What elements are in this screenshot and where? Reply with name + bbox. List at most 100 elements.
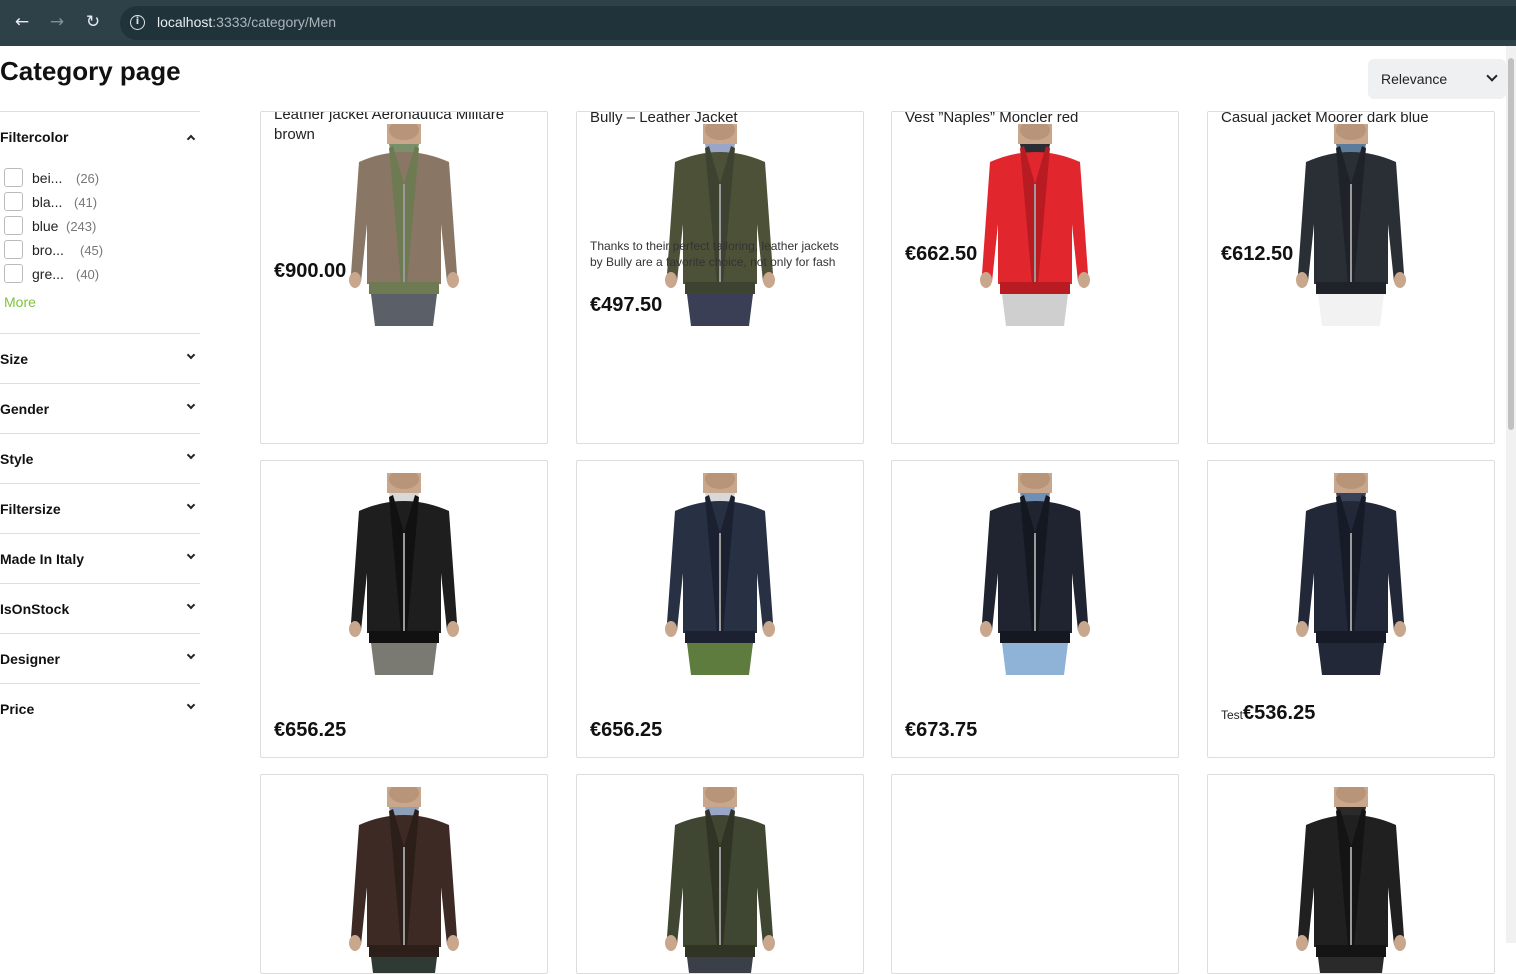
color-option-count: (26) [76, 171, 100, 186]
chevron-down-icon[interactable] [186, 350, 196, 360]
product-name[interactable]: Leather jacket Aeronautica Militare brow… [274, 112, 536, 145]
product-name[interactable]: Casual jacket Moorer dark blue [1221, 112, 1483, 128]
color-filter-option[interactable]: bei... (26) [4, 166, 194, 190]
product-name[interactable]: Bully – Leather Jacket [590, 112, 852, 128]
color-checkbox[interactable] [4, 192, 23, 211]
product-card[interactable] [891, 774, 1179, 974]
filter-group-size[interactable]: Size [0, 333, 200, 383]
color-option-count: (41) [74, 195, 98, 210]
chevron-down-icon[interactable] [186, 700, 196, 710]
sort-select-value: Relevance [1381, 71, 1448, 87]
product-card[interactable]: Casual jacket ”Donatien” Moncler black€6… [260, 460, 548, 758]
product-image [980, 124, 1090, 326]
filter-group-title: Style [0, 451, 34, 467]
product-card[interactable] [260, 774, 548, 974]
browser-toolbar: ← → ↻ i localhost:3333/category/Men [0, 0, 1516, 46]
price-prefix: Test [1221, 708, 1244, 722]
filter-group-filtersize[interactable]: Filtersize [0, 483, 200, 533]
color-filter-option[interactable]: blue (243) [4, 214, 194, 238]
color-checkbox[interactable] [4, 168, 23, 187]
filter-group-title: Designer [0, 651, 60, 667]
color-checkbox[interactable] [4, 264, 23, 283]
product-card[interactable]: Bully – Leather Jacket Thanks to their pe… [576, 111, 864, 444]
color-option-label: gre... [32, 266, 64, 282]
color-filter-option[interactable]: bla... (41) [4, 190, 194, 214]
price-value: €656.25 [590, 719, 663, 741]
product-card[interactable]: Vest ”Naples” Moncler red €662.50 [891, 111, 1179, 444]
chevron-down-icon[interactable] [186, 450, 196, 460]
product-price: €673.75 [905, 719, 977, 742]
filter-group-title: Gender [0, 401, 50, 417]
filter-group-designer[interactable]: Designer [0, 633, 200, 683]
chevron-up-icon[interactable] [186, 134, 196, 144]
color-checkbox[interactable] [4, 240, 23, 259]
filter-group-title: Filtersize [0, 501, 61, 517]
page-scrollbar[interactable] [1506, 46, 1516, 943]
color-option-count: (40) [76, 267, 100, 282]
product-price: €612.50 [1221, 243, 1293, 266]
price-value: €673.75 [905, 719, 978, 741]
color-checkbox[interactable] [4, 216, 23, 235]
reload-icon[interactable]: ↻ [80, 9, 106, 35]
chevron-down-icon[interactable] [186, 400, 196, 410]
filter-group-title[interactable]: Filtercolor [0, 129, 68, 145]
filter-group-price[interactable]: Price [0, 683, 200, 733]
site-info-icon[interactable]: i [130, 15, 145, 30]
product-price: €656.25 [590, 719, 662, 742]
chevron-down-icon[interactable] [186, 550, 196, 560]
price-value: €536.25 [1243, 702, 1316, 724]
filter-sidebar: Filtercolor bei... (26) bla... (41) blue (243… [0, 111, 200, 733]
more-colors-link[interactable]: More [4, 294, 36, 310]
color-option-label: bla... [32, 194, 63, 210]
address-bar[interactable]: i localhost:3333/category/Men [120, 6, 1516, 40]
product-card[interactable]: Casual jacket ”Donatien” Moncler dark bl… [576, 460, 864, 758]
page-title: Category page [0, 56, 181, 86]
color-filter-option[interactable]: bro... (45) [4, 238, 194, 262]
chevron-down-icon[interactable] [186, 600, 196, 610]
filter-group-title: Size [0, 351, 29, 367]
sort-select[interactable]: Relevance [1368, 59, 1506, 99]
filter-group-gender[interactable]: Gender [0, 383, 200, 433]
product-image [980, 473, 1090, 675]
product-image [349, 124, 459, 326]
color-option-label: bei... [32, 170, 63, 186]
product-image [665, 787, 775, 973]
product-price: Test€536.25 [1221, 702, 1315, 725]
product-name[interactable]: Vest ”Naples” Moncler red [905, 112, 1167, 128]
product-image [1296, 787, 1406, 973]
filter-group-style[interactable]: Style [0, 433, 200, 483]
product-image [1296, 473, 1406, 675]
filter-group-made-in-italy[interactable]: Made In Italy [0, 533, 200, 583]
scrollbar-thumb[interactable] [1508, 58, 1514, 430]
price-value: €497.50 [590, 294, 663, 316]
forward-arrow-icon[interactable]: → [44, 9, 70, 35]
product-card[interactable] [576, 774, 864, 974]
product-card[interactable]: Leather jacket Aeronautica Militare brow… [260, 111, 548, 444]
product-image [349, 473, 459, 675]
product-price: €900.00 [274, 260, 346, 283]
product-card[interactable]: Casual jacket Moorer dark blue €612.50 [1207, 111, 1495, 444]
product-price: €656.25 [274, 719, 346, 742]
product-image [1296, 124, 1406, 326]
price-value: €656.25 [274, 719, 347, 741]
color-option-label: blue [32, 218, 59, 234]
chevron-down-icon [1486, 70, 1498, 82]
product-card[interactable]: Coat Aspesi blueTest€536.25 [1207, 460, 1495, 758]
product-image [665, 473, 775, 675]
color-option-label: bro... [32, 242, 64, 258]
product-description: Thanks to their perfect tailoring, leath… [590, 239, 839, 269]
filter-group-title: IsOnStock [0, 601, 70, 617]
product-image [665, 124, 775, 326]
filter-group-isonstock[interactable]: IsOnStock [0, 583, 200, 633]
color-option-count: (45) [80, 243, 104, 258]
product-price: €662.50 [905, 243, 977, 266]
back-arrow-icon[interactable]: ← [9, 9, 35, 35]
filter-group-title: Made In Italy [0, 551, 85, 567]
product-price: €497.50 [590, 294, 662, 317]
product-card[interactable]: Leather jacket Daniele Alessandrini dark… [891, 460, 1179, 758]
chevron-down-icon[interactable] [186, 500, 196, 510]
product-card[interactable] [1207, 774, 1495, 974]
price-value: €612.50 [1221, 243, 1294, 265]
chevron-down-icon[interactable] [186, 650, 196, 660]
color-filter-option[interactable]: gre... (40) [4, 262, 194, 286]
